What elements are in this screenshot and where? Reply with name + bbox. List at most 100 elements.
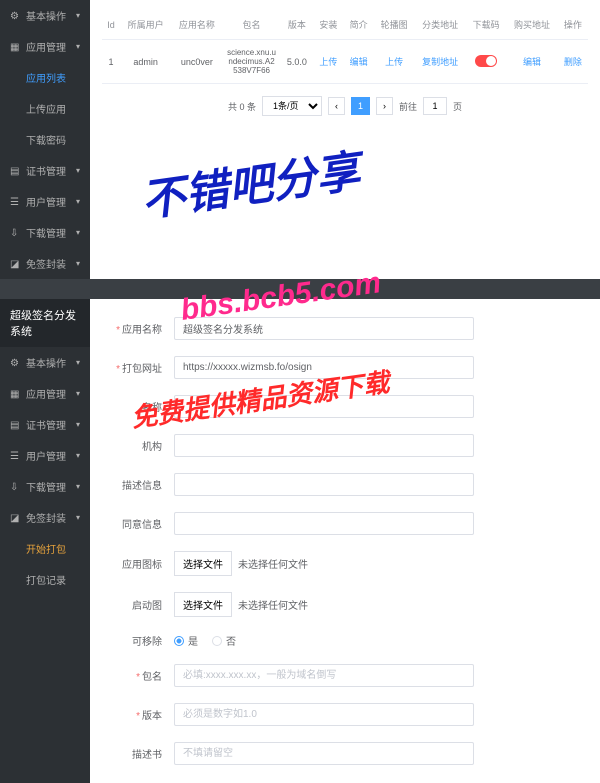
app-table: Id 所属用户 应用名称 包名 版本 安装 简介 轮播图 分类地址 下载码 购买… xyxy=(102,10,588,84)
jump-page-input[interactable] xyxy=(423,97,447,115)
menu2-pack-log[interactable]: 打包记录 xyxy=(0,564,90,595)
grid-icon: ▦ xyxy=(10,389,20,399)
gear-icon: ⚙ xyxy=(10,11,20,21)
edit-intro-link[interactable]: 编辑 xyxy=(350,57,368,67)
chevron-down-icon: ▾ xyxy=(76,197,80,206)
col-pkg: 包名 xyxy=(222,10,280,40)
label-org: 机构 xyxy=(102,438,162,453)
cell-user: admin xyxy=(120,40,171,84)
desc-input[interactable] xyxy=(174,473,474,496)
package-icon: ◪ xyxy=(10,259,20,269)
cert-icon: ▤ xyxy=(10,420,20,430)
menu2-user[interactable]: ☰用户管理▾ xyxy=(0,440,90,471)
label-appname: 应用名称 xyxy=(102,321,162,336)
org-input[interactable] xyxy=(174,434,474,457)
cert-icon: ▤ xyxy=(10,166,20,176)
menu-download-pwd[interactable]: 下载密码 xyxy=(0,124,90,155)
package-form-panel: 超级签名分发系统 ⚙基本操作▾ ▦应用管理▾ ▤证书管理▾ ☰用户管理▾ ⇩下载… xyxy=(0,299,600,783)
menu-app-mgmt[interactable]: ▦应用管理▾ xyxy=(0,31,90,62)
label-consent: 同意信息 xyxy=(102,516,162,531)
page-suffix: 页 xyxy=(453,100,462,113)
sidebar-bottom: 超级签名分发系统 ⚙基本操作▾ ▦应用管理▾ ▤证书管理▾ ☰用户管理▾ ⇩下载… xyxy=(0,299,90,783)
icon-file-button[interactable]: 选择文件 xyxy=(174,551,232,576)
edit-buy-link[interactable]: 编辑 xyxy=(523,57,541,67)
chevron-down-icon: ▾ xyxy=(76,42,80,51)
label-removable: 可移除 xyxy=(102,633,162,648)
menu2-cert[interactable]: ▤证书管理▾ xyxy=(0,409,90,440)
prev-page-button[interactable]: ‹ xyxy=(328,97,345,115)
sidebar-top: ⚙基本操作▾ ▦应用管理▾ 应用列表 上传应用 下载密码 ▤证书管理▾ ☰用户管… xyxy=(0,0,90,279)
user-icon: ☰ xyxy=(10,197,20,207)
chevron-down-icon: ▾ xyxy=(76,389,80,398)
chevron-down-icon: ▾ xyxy=(76,482,80,491)
label-name: 名称 xyxy=(102,399,162,414)
name-input[interactable] xyxy=(174,395,474,418)
chevron-down-icon: ▾ xyxy=(76,420,80,429)
col-id: Id xyxy=(102,10,120,40)
col-op: 操作 xyxy=(558,10,588,40)
delete-link[interactable]: 删除 xyxy=(564,57,582,67)
removable-yes-radio[interactable]: 是 xyxy=(174,633,198,648)
pagination: 共 0 条 1条/页 ‹ 1 › 前往 页 xyxy=(102,96,588,116)
chevron-down-icon: ▾ xyxy=(76,451,80,460)
col-install: 安装 xyxy=(313,10,343,40)
menu-app-list[interactable]: 应用列表 xyxy=(0,62,90,93)
table-area: Id 所属用户 应用名称 包名 版本 安装 简介 轮播图 分类地址 下载码 购买… xyxy=(90,0,600,279)
dlcode-toggle[interactable] xyxy=(475,55,497,67)
col-user: 所属用户 xyxy=(120,10,171,40)
menu2-basic[interactable]: ⚙基本操作▾ xyxy=(0,347,90,378)
upload-carousel-link[interactable]: 上传 xyxy=(385,57,403,67)
user-icon: ☰ xyxy=(10,451,20,461)
splash-file-status: 未选择任何文件 xyxy=(238,597,308,612)
label-pkg: 包名 xyxy=(102,668,162,683)
cell-id: 1 xyxy=(102,40,120,84)
form-area: 应用名称 打包网址 名称 机构 描述信息 同意信息 应用图标选择文件未选择任何文… xyxy=(90,299,600,783)
label-desc: 描述信息 xyxy=(102,477,162,492)
next-page-button[interactable]: › xyxy=(376,97,393,115)
page-size-select[interactable]: 1条/页 xyxy=(262,96,322,116)
icon-file-status: 未选择任何文件 xyxy=(238,556,308,571)
consent-input[interactable] xyxy=(174,512,474,535)
cell-name: unc0ver xyxy=(171,40,222,84)
appname-input[interactable] xyxy=(174,317,474,340)
menu2-download[interactable]: ⇩下载管理▾ xyxy=(0,471,90,502)
ver-input[interactable] xyxy=(174,703,474,726)
cert-input[interactable] xyxy=(174,742,474,765)
splash-file-button[interactable]: 选择文件 xyxy=(174,592,232,617)
removable-no-radio[interactable]: 否 xyxy=(212,633,236,648)
menu-nosign[interactable]: ◪免签封装▾ xyxy=(0,248,90,279)
label-url: 打包网址 xyxy=(102,360,162,375)
radio-icon xyxy=(174,636,184,646)
pkg-input[interactable] xyxy=(174,664,474,687)
label-icon: 应用图标 xyxy=(102,556,162,571)
chevron-down-icon: ▾ xyxy=(76,228,80,237)
table-row: 1 admin unc0ver science.xnu.undecimus.A2… xyxy=(102,40,588,84)
chevron-down-icon: ▾ xyxy=(76,513,80,522)
col-ver: 版本 xyxy=(281,10,314,40)
download-icon: ⇩ xyxy=(10,228,20,238)
chevron-down-icon: ▾ xyxy=(76,358,80,367)
menu2-app[interactable]: ▦应用管理▾ xyxy=(0,378,90,409)
menu-cert[interactable]: ▤证书管理▾ xyxy=(0,155,90,186)
jump-label: 前往 xyxy=(399,100,417,113)
url-input[interactable] xyxy=(174,356,474,379)
gear-icon: ⚙ xyxy=(10,358,20,368)
col-dlcode: 下载码 xyxy=(466,10,507,40)
menu2-start-pack[interactable]: 开始打包 xyxy=(0,533,90,564)
copy-addr-link[interactable]: 复制地址 xyxy=(422,57,458,67)
page-1-button[interactable]: 1 xyxy=(351,97,370,115)
menu-download[interactable]: ⇩下载管理▾ xyxy=(0,217,90,248)
label-cert: 描述书 xyxy=(102,746,162,761)
menu2-nosign[interactable]: ◪免签封装▾ xyxy=(0,502,90,533)
radio-icon xyxy=(212,636,222,646)
cell-pkg: science.xnu.undecimus.A2538V7F66 xyxy=(222,40,280,84)
menu-basic[interactable]: ⚙基本操作▾ xyxy=(0,0,90,31)
upload-install-link[interactable]: 上传 xyxy=(319,57,337,67)
package-icon: ◪ xyxy=(10,513,20,523)
label-ver: 版本 xyxy=(102,707,162,722)
total-count: 共 0 条 xyxy=(228,100,256,113)
system-title: 超级签名分发系统 xyxy=(0,299,90,347)
menu-user[interactable]: ☰用户管理▾ xyxy=(0,186,90,217)
menu-upload-app[interactable]: 上传应用 xyxy=(0,93,90,124)
col-buy: 购买地址 xyxy=(506,10,557,40)
